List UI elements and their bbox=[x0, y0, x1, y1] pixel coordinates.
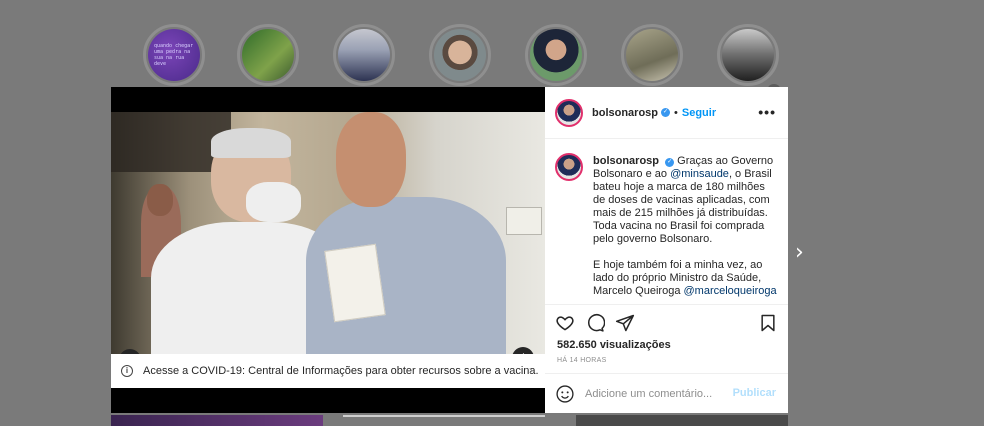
emoji-icon[interactable] bbox=[555, 384, 575, 404]
stories-row: quando chegar uma pedra na sua na rua de… bbox=[0, 24, 984, 98]
next-post-thumbnail-right bbox=[576, 415, 788, 426]
story-1-text: quando chegar uma pedra na sua na rua de… bbox=[154, 43, 194, 67]
info-icon: i bbox=[121, 365, 133, 377]
verified-badge-icon: ✓ bbox=[661, 108, 671, 117]
story-5[interactable] bbox=[525, 24, 587, 86]
follow-button[interactable]: Seguir bbox=[682, 107, 716, 119]
caption-avatar[interactable] bbox=[555, 153, 583, 181]
post-username[interactable]: bolsonarosp bbox=[592, 107, 658, 119]
comment-input[interactable] bbox=[585, 387, 730, 400]
story-6[interactable] bbox=[621, 24, 683, 86]
separator-dot: • bbox=[674, 106, 678, 119]
avatar[interactable] bbox=[555, 98, 583, 127]
video-scene-wall-sign bbox=[506, 207, 542, 235]
caption-username[interactable]: bolsonarosp bbox=[593, 155, 659, 167]
caption-mention-marceloqueiroga[interactable]: @marceloqueiroga bbox=[684, 285, 777, 297]
post-time[interactable]: HÁ 14 HORAS bbox=[557, 357, 607, 364]
comment-bar: Publicar bbox=[545, 373, 788, 413]
muted-speaker-icon[interactable] bbox=[512, 347, 534, 354]
more-options-icon[interactable]: ••• bbox=[758, 104, 776, 120]
share-icon[interactable] bbox=[615, 313, 635, 333]
story-4[interactable] bbox=[429, 24, 491, 86]
publish-button[interactable]: Publicar bbox=[733, 387, 776, 399]
video-scene-man-head bbox=[336, 112, 406, 207]
caption-mention-minsaude[interactable]: @minsaude bbox=[670, 168, 729, 180]
story-2[interactable] bbox=[237, 24, 299, 86]
video-scene-doctor-hair bbox=[211, 128, 291, 158]
caption-text: bolsonarosp ✓ Graças ao Governo Bolsonar… bbox=[593, 155, 778, 298]
covid-info-banner[interactable]: i Acesse a COVID-19: Central de Informaç… bbox=[111, 354, 545, 388]
chevron-right-icon: › bbox=[529, 363, 533, 377]
story-3[interactable] bbox=[333, 24, 395, 86]
comment-icon[interactable] bbox=[585, 313, 605, 333]
post-caption: bolsonarosp ✓ Graças ao Governo Bolsonar… bbox=[555, 150, 785, 301]
next-post-chevron-icon[interactable]: › bbox=[795, 240, 804, 265]
action-icons bbox=[555, 313, 635, 333]
covid-info-text: Acesse a COVID-19: Central de Informaçõe… bbox=[143, 365, 539, 377]
post-video[interactable] bbox=[111, 112, 545, 354]
caption-verified-badge-icon: ✓ bbox=[665, 158, 675, 167]
next-post-thumbnail-middle bbox=[343, 415, 545, 417]
video-scene-mask bbox=[246, 182, 301, 222]
next-post-thumbnail-left bbox=[111, 415, 323, 426]
story-1[interactable]: quando chegar uma pedra na sua na rua de… bbox=[143, 24, 205, 86]
post-media: i Acesse a COVID-19: Central de Informaç… bbox=[111, 87, 545, 413]
video-scene-background-head bbox=[147, 184, 173, 216]
caption-paragraph-2: E hoje também foi a minha vez, ao lado d… bbox=[593, 259, 778, 298]
story-7[interactable] bbox=[717, 24, 779, 86]
view-count[interactable]: 582.650 visualizações bbox=[557, 339, 671, 351]
post-side-panel: bolsonarosp ✓ • Seguir ••• bolsonarosp ✓… bbox=[545, 87, 788, 413]
heart-icon[interactable] bbox=[555, 313, 575, 333]
bookmark-icon[interactable] bbox=[758, 313, 778, 333]
video-scene-vaccination-card bbox=[324, 243, 386, 323]
post-header: bolsonarosp ✓ • Seguir ••• bbox=[545, 87, 788, 139]
